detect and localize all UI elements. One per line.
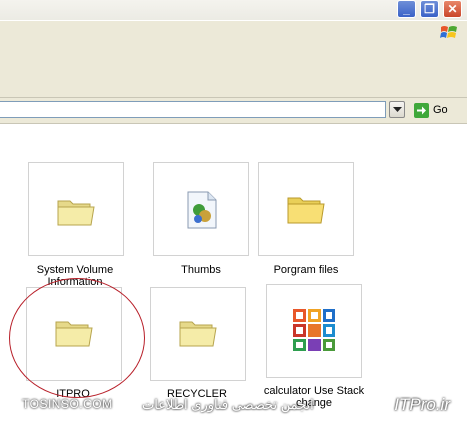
- thumbs-db-file-icon: [187, 191, 217, 229]
- title-bar: _ ❐ ✕: [0, 0, 467, 20]
- watermark-caption: انجمن تخصصی فناوری اطلاعات: [142, 397, 314, 412]
- maximize-button[interactable]: ❐: [420, 0, 439, 18]
- watermark: TOSINSO.COM انجمن تخصصی فناوری اطلاعات I…: [22, 394, 462, 416]
- close-button[interactable]: ✕: [443, 0, 462, 18]
- item-porgram-files[interactable]: [258, 162, 354, 256]
- item-recycler[interactable]: [150, 287, 246, 381]
- watermark-site: TOSINSO.COM: [22, 397, 113, 411]
- folder-icon: [179, 321, 217, 347]
- office-app-icon: [293, 309, 335, 351]
- item-system-volume-information[interactable]: [28, 162, 124, 256]
- address-bar: Go: [0, 98, 467, 124]
- item-label: Porgram files: [273, 264, 339, 276]
- windows-logo-icon: [440, 26, 457, 38]
- go-button[interactable]: Go: [414, 101, 448, 119]
- watermark-brand: ITPro.ir: [394, 395, 450, 414]
- go-arrow-icon: [414, 102, 429, 118]
- address-input[interactable]: [0, 101, 386, 118]
- toolbar: [0, 45, 467, 98]
- item-thumbs[interactable]: [153, 162, 249, 256]
- minimize-button[interactable]: _: [397, 0, 416, 18]
- address-dropdown-button[interactable]: [389, 101, 405, 118]
- item-calculator-use-stack-change[interactable]: [266, 284, 362, 378]
- go-label: Go: [433, 104, 448, 116]
- menu-bar: [0, 20, 467, 46]
- chevron-down-icon: [393, 107, 402, 112]
- selection-circle: [9, 278, 145, 398]
- folder-icon: [287, 197, 325, 224]
- folder-icon: [57, 200, 95, 226]
